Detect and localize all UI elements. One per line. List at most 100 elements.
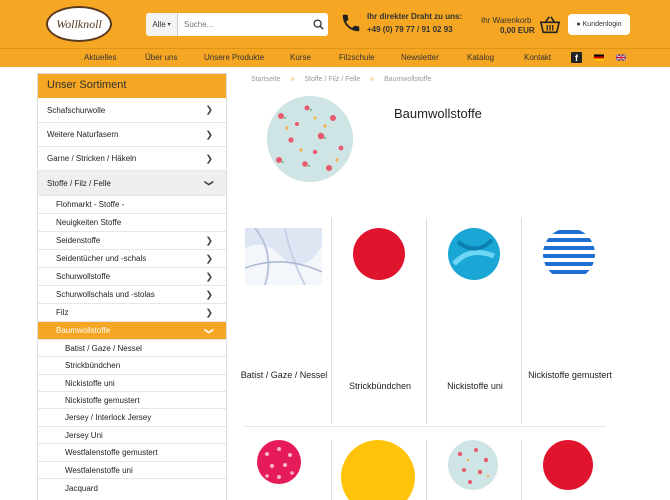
sidebar: Unser Sortiment Schafschurwolle ❯ Weiter… <box>37 73 227 500</box>
product-image <box>245 228 322 285</box>
sidebar-item-nickistoffe-uni[interactable]: Nickistoffe uni <box>38 375 226 392</box>
login-label: Kundenlogin <box>582 21 622 28</box>
product-card[interactable] <box>236 440 332 500</box>
nav-item-kontakt[interactable]: Kontakt <box>524 53 551 62</box>
chevron-right-icon: ❯ <box>205 271 213 281</box>
search-category-select[interactable]: Alle ▾ <box>146 13 178 36</box>
cart[interactable]: Ihr Warenkorb 0,00 EUR <box>478 14 562 38</box>
sidebar-item-label: Jacquard <box>65 483 98 493</box>
sidebar-item-jersey-uni[interactable]: Jersey Uni <box>38 427 226 444</box>
sidebar-item-label: Flohmarkt - Stoffe - <box>56 200 125 209</box>
chevron-down-icon: ❯ <box>204 326 215 335</box>
sidebar-item-nickistoffe-gemustert[interactable]: Nickistoffe gemustert <box>38 392 226 409</box>
chevron-right-icon: ❯ <box>205 235 213 245</box>
chevron-down-icon: ❯ <box>204 179 215 187</box>
chevron-right-icon: ❯ <box>205 289 213 299</box>
nav-item-filzschule[interactable]: Filzschule <box>339 53 375 62</box>
user-icon: ● <box>576 21 581 28</box>
breadcrumb: Startseite » Stoffe / Filz / Felle » Bau… <box>251 76 431 83</box>
sidebar-item-filz[interactable]: Filz ❯ <box>38 304 226 322</box>
nav-item-kurse[interactable]: Kurse <box>290 53 311 62</box>
product-card[interactable] <box>521 440 617 500</box>
product-image <box>341 440 415 500</box>
sidebar-item-strickbuendchen[interactable]: Strickbündchen <box>38 357 226 375</box>
product-image <box>543 228 595 280</box>
sidebar-item-flohmarkt[interactable]: Flohmarkt - Stoffe - <box>38 196 226 214</box>
nav-item-produkte[interactable]: Unsere Produkte <box>204 53 264 62</box>
nav-item-katalog[interactable]: Katalog <box>467 53 494 62</box>
header: Wollknoll Alle ▾ Ihr direkter Draht zu u… <box>0 0 670 48</box>
product-label[interactable]: Batist / Gaze / Nessel <box>236 370 332 381</box>
product-image <box>257 440 301 484</box>
product-image <box>448 228 500 280</box>
breadcrumb-home[interactable]: Startseite <box>251 76 281 83</box>
sidebar-item-schurwollschals[interactable]: Schurwollschals und -stolas ❯ <box>38 286 226 304</box>
sidebar-item-naturfasern[interactable]: Weitere Naturfasern ❯ <box>38 123 226 147</box>
sidebar-item-schafschurwolle[interactable]: Schafschurwolle ❯ <box>38 98 226 123</box>
sidebar-item-label: Schurwollschals und -stolas <box>56 290 155 299</box>
sidebar-item-label: Schafschurwolle <box>47 105 106 115</box>
sidebar-item-baumwollstoffe[interactable]: Baumwollstoffe ❯ <box>38 322 226 340</box>
phone-icon <box>342 14 360 32</box>
sidebar-item-batist[interactable]: Batist / Gaze / Nessel <box>38 340 226 357</box>
sidebar-item-label: Westfalenstoffe gemustert <box>65 448 158 457</box>
login-button[interactable]: ● Kundenlogin <box>568 14 630 35</box>
sidebar-item-label: Jersey Uni <box>65 430 103 440</box>
basket-icon <box>539 16 561 34</box>
search-input[interactable] <box>178 14 308 35</box>
sidebar-item-neuigkeiten[interactable]: Neuigkeiten Stoffe <box>38 214 226 232</box>
product-card[interactable]: Strickbündchen <box>331 218 427 424</box>
nav-item-ueber-uns[interactable]: Über uns <box>145 53 177 62</box>
breadcrumb-separator: » <box>290 76 295 83</box>
product-card[interactable]: Nickistoffe uni <box>426 218 522 424</box>
chevron-right-icon: ❯ <box>205 129 213 139</box>
facebook-icon[interactable]: f <box>571 52 582 63</box>
phone-number[interactable]: +49 (0) 79 77 / 91 02 93 <box>367 25 453 34</box>
cart-label: Ihr Warenkorb <box>481 16 532 25</box>
product-image <box>543 440 593 490</box>
product-label[interactable]: Strickbündchen <box>332 381 428 392</box>
product-card[interactable] <box>331 440 427 500</box>
sidebar-item-label: Schurwollstoffe <box>56 272 111 281</box>
nav-item-aktuelles[interactable]: Aktuelles <box>84 53 116 62</box>
breadcrumb-separator: » <box>370 76 375 83</box>
sidebar-item-label: Weitere Naturfasern <box>47 130 119 139</box>
sidebar-item-stoffe[interactable]: Stoffe / Filz / Felle ❯ <box>38 171 226 196</box>
product-card[interactable]: Nickistoffe gemustert <box>521 218 617 424</box>
sidebar-item-label: Nickistoffe uni <box>65 378 115 388</box>
floral-fabric-image <box>267 96 353 182</box>
english-flag-icon[interactable] <box>616 54 626 61</box>
logo[interactable]: Wollknoll <box>46 6 112 42</box>
sidebar-item-westfalen-uni[interactable]: Westfalenstoffe uni <box>38 462 226 479</box>
product-card[interactable]: Batist / Gaze / Nessel <box>236 218 332 424</box>
breadcrumb-stoffe[interactable]: Stoffe / Filz / Felle <box>304 76 360 83</box>
phone-contact: Ihr direkter Draht zu uns: +49 (0) 79 77… <box>340 10 463 38</box>
sidebar-item-label: Stoffe / Filz / Felle <box>47 178 111 188</box>
sidebar-item-label: Jersey / Interlock Jersey <box>65 413 152 422</box>
sidebar-item-jersey-interlock[interactable]: Jersey / Interlock Jersey <box>38 409 226 427</box>
chevron-right-icon: ❯ <box>205 307 213 317</box>
sidebar-item-label: Garne / Stricken / Häkeln <box>47 154 137 163</box>
sidebar-item-jacquard[interactable]: Jacquard <box>38 479 226 497</box>
product-label[interactable]: Nickistoffe gemustert <box>522 370 618 381</box>
product-grid: Batist / Gaze / Nessel Strickbündchen Ni… <box>236 218 656 500</box>
sidebar-item-label: Filz <box>56 308 69 317</box>
sidebar-item-label: Seidentücher und -schals <box>56 254 147 263</box>
cart-amount: 0,00 EUR <box>500 26 535 35</box>
search-icon <box>312 19 324 30</box>
product-image <box>448 440 498 490</box>
sidebar-item-schurwollstoffe[interactable]: Schurwollstoffe ❯ <box>38 268 226 286</box>
sidebar-item-westfalen-gemustert[interactable]: Westfalenstoffe gemustert <box>38 444 226 462</box>
nav-item-newsletter[interactable]: Newsletter <box>401 53 439 62</box>
german-flag-icon[interactable] <box>594 54 604 61</box>
search-button[interactable] <box>308 13 328 36</box>
phone-label: Ihr direkter Draht zu uns: <box>367 12 463 21</box>
product-card[interactable] <box>426 440 522 500</box>
breadcrumb-current: Baumwollstoffe <box>384 76 432 83</box>
sidebar-title: Unser Sortiment <box>38 74 226 98</box>
chevron-right-icon: ❯ <box>205 104 213 115</box>
sidebar-item-seidentuecher[interactable]: Seidentücher und -schals ❯ <box>38 250 226 268</box>
sidebar-item-garne[interactable]: Garne / Stricken / Häkeln ❯ <box>38 147 226 171</box>
product-label[interactable]: Nickistoffe uni <box>427 381 523 392</box>
sidebar-item-seidenstoffe[interactable]: Seidenstoffe ❯ <box>38 232 226 250</box>
